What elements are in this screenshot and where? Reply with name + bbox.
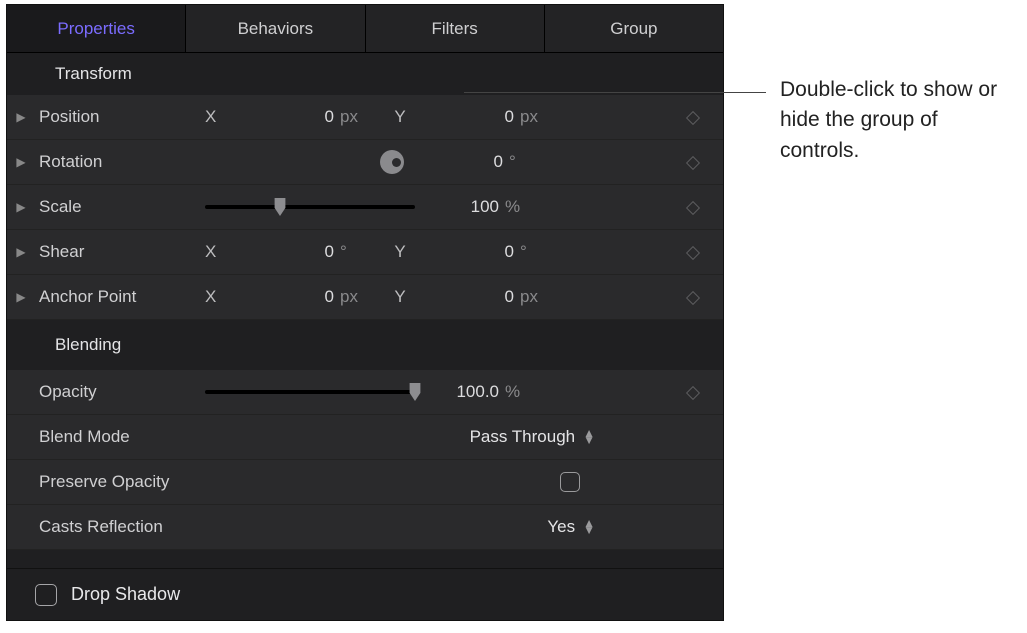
tab-group[interactable]: Group — [545, 5, 723, 52]
label-scale: Scale — [35, 197, 205, 217]
anchor-x-value[interactable]: 0 — [245, 287, 340, 307]
opacity-value[interactable]: 100.0 — [425, 382, 505, 402]
label-position: Position — [35, 107, 205, 127]
tab-properties[interactable]: Properties — [7, 5, 186, 52]
position-x-unit: px — [340, 107, 375, 127]
disclosure-icon[interactable]: ▶ — [7, 110, 35, 124]
disclosure-icon[interactable]: ▶ — [7, 290, 35, 304]
label-preserve-opacity: Preserve Opacity — [35, 472, 205, 492]
row-blend-mode: Blend Mode Pass Through ▲▼ — [7, 415, 723, 460]
scale-unit: % — [505, 197, 540, 217]
rotation-dial[interactable] — [380, 150, 404, 174]
tab-bar: Properties Behaviors Filters Group — [7, 5, 723, 53]
anchor-y-unit: px — [520, 287, 555, 307]
label-opacity: Opacity — [35, 382, 205, 402]
anchor-x-label: X — [205, 287, 245, 307]
callout-line — [464, 92, 766, 93]
label-rotation: Rotation — [35, 152, 205, 172]
label-shear: Shear — [35, 242, 205, 262]
spacer — [7, 550, 723, 568]
scale-slider[interactable] — [205, 205, 415, 209]
section-header-blending[interactable]: Blending — [7, 320, 723, 370]
shear-x-unit: ° — [340, 242, 375, 262]
keyframe-icon[interactable] — [663, 287, 723, 308]
row-scale: ▶ Scale 100 % — [7, 185, 723, 230]
slider-thumb-icon[interactable] — [271, 198, 289, 216]
position-y-unit: px — [520, 107, 555, 127]
tab-behaviors[interactable]: Behaviors — [186, 5, 365, 52]
keyframe-icon[interactable] — [663, 197, 723, 218]
row-casts-reflection: Casts Reflection Yes ▲▼ — [7, 505, 723, 550]
rotation-unit: ° — [509, 152, 544, 172]
shear-y-unit: ° — [520, 242, 555, 262]
preserve-opacity-checkbox[interactable] — [560, 472, 580, 492]
disclosure-icon[interactable]: ▶ — [7, 155, 35, 169]
shear-y-label: Y — [375, 242, 425, 262]
section-header-transform[interactable]: Transform — [7, 53, 723, 95]
shear-x-label: X — [205, 242, 245, 262]
label-blend-mode: Blend Mode — [35, 427, 205, 447]
keyframe-icon[interactable] — [663, 152, 723, 173]
row-anchor-point: ▶ Anchor Point X 0 px Y 0 px — [7, 275, 723, 320]
position-y-label: Y — [375, 107, 425, 127]
row-rotation: ▶ Rotation 0 ° — [7, 140, 723, 185]
drop-shadow-checkbox[interactable] — [35, 584, 57, 606]
label-anchor: Anchor Point — [35, 287, 205, 307]
position-x-value[interactable]: 0 — [245, 107, 340, 127]
casts-reflection-select[interactable]: Yes ▲▼ — [205, 517, 655, 537]
opacity-unit: % — [505, 382, 540, 402]
casts-reflection-value: Yes — [547, 517, 575, 537]
chevron-updown-icon: ▲▼ — [583, 520, 595, 534]
blend-mode-select[interactable]: Pass Through ▲▼ — [205, 427, 655, 447]
anchor-y-value[interactable]: 0 — [425, 287, 520, 307]
row-shear: ▶ Shear X 0 ° Y 0 ° — [7, 230, 723, 275]
row-preserve-opacity: Preserve Opacity — [7, 460, 723, 505]
shear-y-value[interactable]: 0 — [425, 242, 520, 262]
disclosure-icon[interactable]: ▶ — [7, 200, 35, 214]
row-opacity: Opacity 100.0 % — [7, 370, 723, 415]
position-y-value[interactable]: 0 — [425, 107, 520, 127]
inspector-panel: Properties Behaviors Filters Group Trans… — [6, 4, 724, 621]
anchor-y-label: Y — [375, 287, 425, 307]
anchor-x-unit: px — [340, 287, 375, 307]
slider-thumb-icon[interactable] — [406, 383, 424, 401]
label-drop-shadow: Drop Shadow — [71, 584, 180, 605]
rotation-value[interactable]: 0 — [444, 152, 509, 172]
position-x-label: X — [205, 107, 245, 127]
label-casts-reflection: Casts Reflection — [35, 517, 205, 537]
shear-x-value[interactable]: 0 — [245, 242, 340, 262]
keyframe-icon[interactable] — [663, 242, 723, 263]
keyframe-icon[interactable] — [663, 382, 723, 403]
disclosure-icon[interactable]: ▶ — [7, 245, 35, 259]
callout-text: Double-click to show or hide the group o… — [780, 75, 1010, 166]
tab-filters[interactable]: Filters — [366, 5, 545, 52]
row-position: ▶ Position X 0 px Y 0 px — [7, 95, 723, 140]
row-drop-shadow: Drop Shadow — [7, 568, 723, 620]
chevron-updown-icon: ▲▼ — [583, 430, 595, 444]
keyframe-icon[interactable] — [663, 107, 723, 128]
scale-value[interactable]: 100 — [425, 197, 505, 217]
blend-mode-value: Pass Through — [470, 427, 576, 447]
opacity-slider[interactable] — [205, 390, 415, 394]
